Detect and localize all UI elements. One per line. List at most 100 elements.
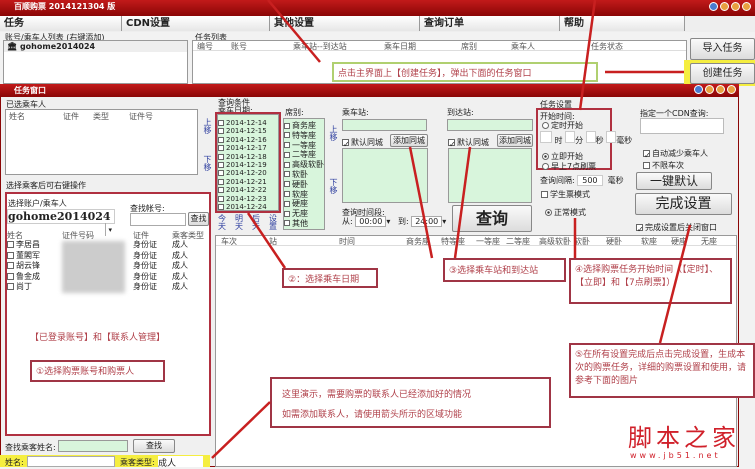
close-after-checkbox[interactable]: ✓完成设置后关闭窗口: [636, 222, 717, 234]
import-task-button[interactable]: 导入任务: [690, 38, 755, 60]
minimize-icon[interactable]: [705, 85, 714, 94]
passenger-row[interactable]: 鲁金成 身份证 成人: [7, 272, 207, 283]
date-item[interactable]: 2014-12-23: [218, 195, 278, 203]
seat-item[interactable]: 硬卧: [284, 180, 324, 190]
date-item[interactable]: 2014-12-17: [218, 144, 278, 152]
date-item[interactable]: 2014-12-22: [218, 186, 278, 194]
passenger-checkbox[interactable]: [7, 272, 14, 280]
normal-mode-radio[interactable]: 正常模式: [545, 207, 586, 218]
close-icon[interactable]: [727, 85, 736, 94]
date-item[interactable]: 2014-12-14: [218, 119, 278, 127]
auto-reduce-checkbox[interactable]: ✓自动减少乘车人: [643, 148, 708, 160]
find-passenger-select[interactable]: [58, 440, 128, 452]
result-column-header[interactable]: 软卧: [574, 236, 590, 247]
no-limit-checkbox[interactable]: 不限车次: [643, 160, 684, 171]
passenger-checkbox[interactable]: [7, 262, 14, 269]
from-time-input[interactable]: 00:00: [355, 216, 387, 227]
seat-move-down-button[interactable]: 下移: [328, 178, 339, 194]
from-station-list[interactable]: [342, 148, 428, 203]
second-input[interactable]: [585, 131, 596, 143]
hour-input[interactable]: [540, 131, 552, 143]
date-item[interactable]: 2014-12-24: [218, 203, 278, 211]
morning-refresh-radio[interactable]: 早上7点刷票: [542, 161, 596, 172]
finish-settings-button[interactable]: 完成设置: [635, 193, 732, 215]
seat-item[interactable]: 高级软卧: [284, 160, 324, 170]
close-icon[interactable]: [742, 2, 751, 11]
result-column-header[interactable]: 车次: [221, 236, 237, 247]
tab-task[interactable]: 任务: [0, 16, 122, 31]
from-add-city-button[interactable]: 添加同城: [390, 134, 428, 147]
passenger-row[interactable]: 李居昌 身份证 成人: [7, 240, 207, 251]
tab-help[interactable]: 帮助: [560, 16, 685, 31]
minute-input[interactable]: [565, 131, 576, 143]
one-key-default-button[interactable]: 一键默认: [636, 172, 712, 190]
date-item[interactable]: 2014-12-21: [218, 178, 278, 186]
selected-passengers-table[interactable]: 姓名 证件 类型 证件号: [5, 109, 198, 175]
date-item[interactable]: 2014-12-15: [218, 127, 278, 135]
skin-icon[interactable]: [694, 85, 703, 94]
seat-item[interactable]: 商务座: [284, 121, 324, 131]
find-account-button[interactable]: 查找: [188, 212, 209, 226]
cdn-input[interactable]: [640, 118, 724, 134]
seat-item[interactable]: 其他: [284, 219, 324, 229]
result-column-header[interactable]: 时间: [339, 236, 355, 247]
minimize-icon[interactable]: [720, 2, 729, 11]
student-mode-checkbox[interactable]: 学生票模式: [541, 189, 590, 200]
ms-input[interactable]: [606, 131, 617, 143]
move-down-button[interactable]: 下移: [202, 155, 213, 171]
maximize-icon[interactable]: [716, 85, 725, 94]
date-item[interactable]: 2014-12-19: [218, 161, 278, 169]
result-column-header[interactable]: 特等座: [441, 236, 465, 247]
seat-item[interactable]: 二等座: [284, 150, 324, 160]
create-task-button[interactable]: 创建任务: [690, 63, 755, 84]
seat-list[interactable]: 商务座 特等座 一等座 二等座 高级软卧 软卧 硬卧 软座 硬座 无座 其他: [283, 118, 325, 230]
date-list[interactable]: 2014-12-14 2014-12-15 2014-12-16 2014-12-17…: [217, 114, 279, 211]
seat-item[interactable]: 特等座: [284, 131, 324, 141]
date-item[interactable]: 2014-12-16: [218, 136, 278, 144]
tab-other[interactable]: 其他设置: [270, 16, 420, 31]
passenger-checkbox[interactable]: [7, 283, 14, 290]
to-add-city-button[interactable]: 添加同城: [497, 134, 533, 147]
account-item[interactable]: 🏛 gohome2014024: [4, 41, 187, 52]
to-time-input[interactable]: 24:00: [411, 216, 443, 227]
skin-icon[interactable]: [709, 2, 718, 11]
tab-cdn[interactable]: CDN设置: [122, 16, 270, 31]
seat-item[interactable]: 无座: [284, 209, 324, 219]
query-button[interactable]: 查询: [452, 205, 532, 232]
date-item[interactable]: 2014-12-20: [218, 169, 278, 177]
passenger-list[interactable]: 李居昌 身份证 成人 董閣军 身份证 成人 胡云锋 身份证 成人 鲁金成 身份证 成人 尚丁 身份证 成人: [7, 240, 207, 293]
date-item[interactable]: 2014-12-18: [218, 153, 278, 161]
seat-item[interactable]: 软卧: [284, 170, 324, 180]
interval-input[interactable]: 500: [577, 175, 603, 186]
result-column-header[interactable]: 硬卧: [606, 236, 622, 247]
result-column-header[interactable]: 软座: [641, 236, 657, 247]
task-window-controls[interactable]: [692, 85, 736, 98]
passenger-checkbox[interactable]: [7, 241, 14, 248]
account-select[interactable]: gohome2014024 ▾: [7, 209, 115, 236]
date-quick-button[interactable]: 后天: [252, 215, 260, 231]
move-up-button[interactable]: 上移: [202, 118, 213, 134]
result-column-header[interactable]: 二等座: [506, 236, 530, 247]
result-column-header[interactable]: 一等座: [476, 236, 500, 247]
tab-orders[interactable]: 查询订单: [420, 16, 560, 31]
name-input[interactable]: [27, 456, 115, 467]
to-station-list[interactable]: [448, 148, 532, 203]
result-column-header[interactable]: 商务座: [406, 236, 430, 247]
seat-item[interactable]: 软座: [284, 190, 324, 200]
window-controls[interactable]: [707, 2, 751, 15]
to-default-city-checkbox[interactable]: ✓默认同城: [448, 137, 489, 149]
date-quick-button[interactable]: 明天: [235, 215, 243, 231]
seat-item[interactable]: 硬座: [284, 199, 324, 209]
date-quick-button[interactable]: 设置: [269, 215, 277, 231]
passenger-row[interactable]: 胡云锋 身份证 成人: [7, 261, 207, 272]
passenger-row[interactable]: 董閣军 身份证 成人: [7, 251, 207, 262]
result-column-header[interactable]: 高级软卧: [539, 236, 571, 247]
maximize-icon[interactable]: [731, 2, 740, 11]
find-account-input[interactable]: [130, 213, 186, 226]
passenger-checkbox[interactable]: [7, 251, 14, 259]
account-list[interactable]: 🏛 gohome2014024: [3, 40, 188, 84]
find-passenger-button[interactable]: 查找: [133, 439, 175, 453]
passenger-type-select[interactable]: 成人: [158, 456, 203, 469]
seat-item[interactable]: 一等座: [284, 141, 324, 151]
result-column-header[interactable]: 无座: [701, 236, 717, 247]
